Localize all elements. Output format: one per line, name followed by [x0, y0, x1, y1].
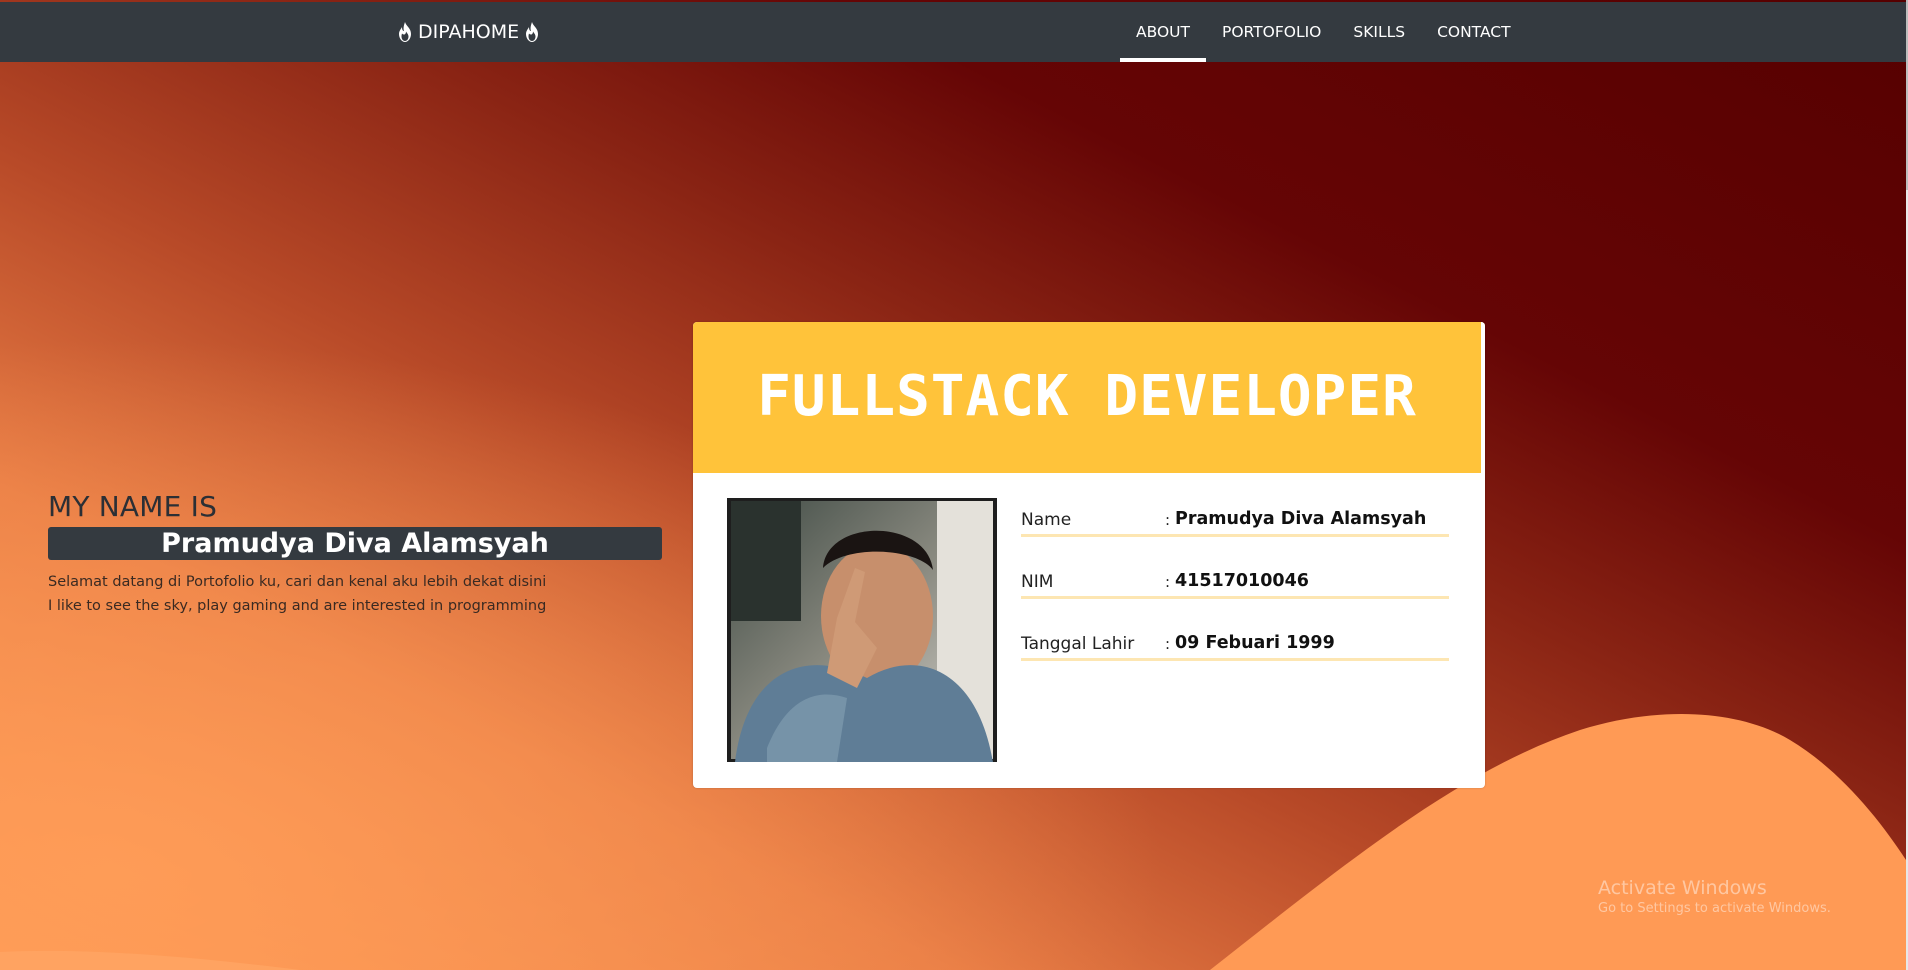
nav-link-portofolio[interactable]: PORTOFOLIO [1206, 2, 1337, 62]
info-value: Pramudya Diva Alamsyah [1175, 509, 1427, 529]
watermark-title: Activate Windows [1598, 877, 1767, 899]
name-banner: Pramudya Diva Alamsyah [48, 527, 662, 560]
info-label: NIM [1021, 572, 1054, 592]
info-label: Name [1021, 510, 1072, 530]
info-label: Tanggal Lahir [1021, 634, 1135, 654]
info-colon: : [1165, 573, 1171, 591]
intro-line: I like to see the sky, play gaming and a… [48, 598, 547, 614]
watermark-subtitle: Go to Settings to activate Windows. [1598, 901, 1831, 916]
activation-watermark: Activate Windows Go to Settings to activ… [1598, 876, 1831, 918]
info-value: 41517010046 [1175, 571, 1309, 591]
nav-link-contact[interactable]: CONTACT [1421, 2, 1527, 62]
fire-icon [526, 22, 539, 42]
card-title: FULLSTACK DEVELOPER [757, 364, 1417, 429]
info-row-nim: NIM : 41517010046 [1021, 562, 1449, 599]
brand-text: DIPAHOME [418, 21, 520, 43]
info-row-birthdate: Tanggal Lahir : 09 Febuari 1999 [1021, 624, 1449, 661]
intro-description: Selamat datang di Portofolio ku, cari da… [48, 570, 662, 618]
id-card: FULLSTACK DEVELOPER Name: Pramudya Diva… [693, 322, 1485, 788]
nav-link-skills[interactable]: SKILLS [1337, 2, 1421, 62]
intro-line: Selamat datang di Portofolio ku, cari da… [48, 574, 547, 590]
info-value: 09 Febuari 1999 [1175, 633, 1335, 653]
card-header: FULLSTACK DEVELOPER [693, 322, 1485, 473]
info-colon: : [1165, 511, 1171, 529]
fire-icon [399, 22, 411, 42]
navbar: DIPAHOME ABOUT PORTOFOLIO SKILLS CONTACT [0, 2, 1906, 62]
nav-link-about[interactable]: ABOUT [1120, 2, 1206, 62]
intro-heading: MY NAME IS [48, 490, 218, 523]
nav-links: ABOUT PORTOFOLIO SKILLS CONTACT [1120, 2, 1527, 62]
intro-section: MY NAME IS Pramudya Diva Alamsyah Selama… [48, 490, 662, 618]
page: DIPAHOME ABOUT PORTOFOLIO SKILLS CONTACT… [0, 0, 1908, 970]
viewport: DIPAHOME ABOUT PORTOFOLIO SKILLS CONTACT… [0, 0, 1906, 970]
info-colon: : [1165, 635, 1171, 653]
brand[interactable]: DIPAHOME [398, 18, 539, 46]
profile-photo [727, 498, 997, 762]
info-row-name: Name : Pramudya Diva Alamsyah [1021, 500, 1449, 537]
